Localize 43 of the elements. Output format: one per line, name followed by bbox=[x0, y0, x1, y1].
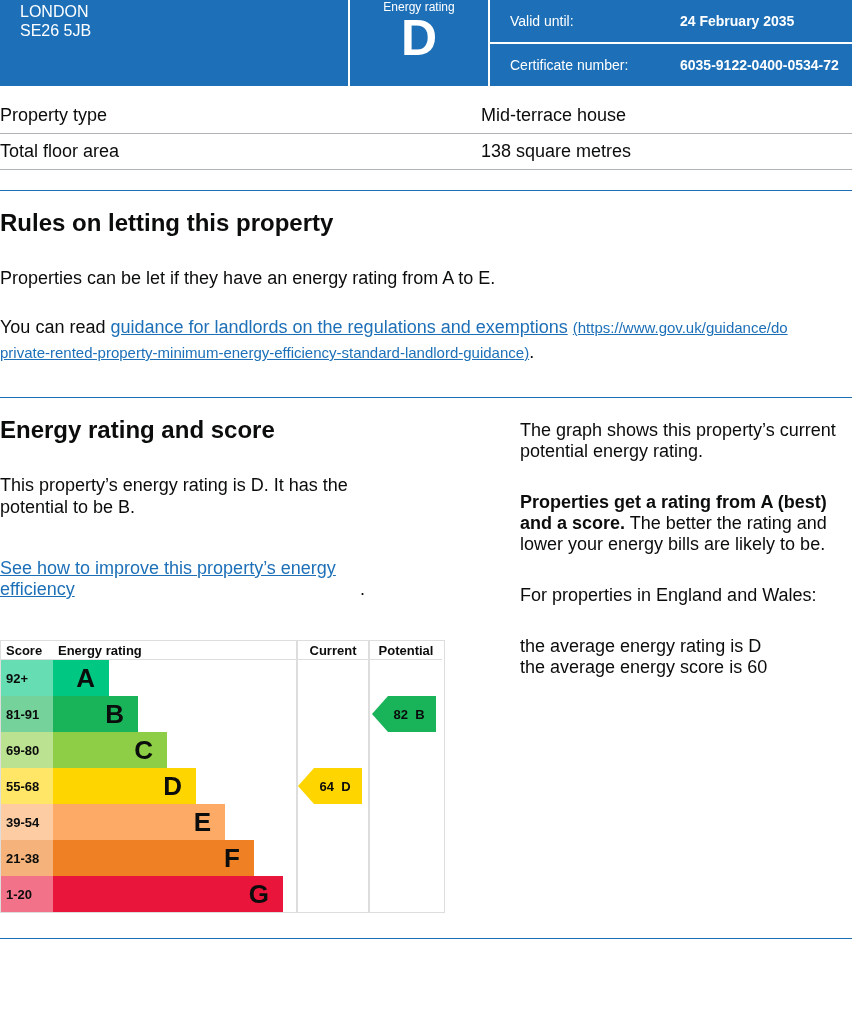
score-range: 55-68 bbox=[1, 768, 53, 804]
rating-band: A bbox=[53, 660, 109, 696]
summary-label: Total floor area bbox=[0, 141, 121, 162]
detail-value: 6035-9122-0400-0534-72 bbox=[680, 57, 839, 73]
summary-value: Mid-terrace house bbox=[481, 105, 627, 126]
rating-letter: D bbox=[400, 14, 438, 62]
rating-band: B bbox=[53, 696, 138, 732]
summary-value: 138 square metres bbox=[481, 141, 632, 162]
detail-label: Valid until: bbox=[510, 13, 575, 29]
score-range: 21-38 bbox=[1, 840, 53, 876]
info-paragraph: The graph shows this property’s current potential energy rating. bbox=[520, 420, 837, 462]
rating-band: G bbox=[53, 876, 283, 912]
detail-value: 24 February 2035 bbox=[680, 13, 795, 29]
rating-label: Energy rating bbox=[383, 0, 455, 14]
info-paragraph: For properties in England and Wales: bbox=[520, 585, 818, 606]
address-line: LONDON bbox=[20, 2, 90, 21]
column-header: Potential bbox=[368, 641, 442, 660]
read-prefix: You can read bbox=[0, 317, 107, 337]
score-range: 81-91 bbox=[1, 696, 53, 732]
guidance-link[interactable]: guidance for landlords on the regulations and exemptions bbox=[110, 317, 568, 337]
score-range: 92+ bbox=[1, 660, 53, 696]
punctuation: . bbox=[360, 579, 365, 599]
section-heading: Rules on letting this property bbox=[0, 209, 335, 237]
letting-text: Properties can be let if they have an energy rating from A to E. bbox=[0, 267, 497, 289]
url-link[interactable]: private-rented-property-minimum-energy-efficiency-standard-landlord-guidance) bbox=[0, 344, 530, 361]
punctuation: . bbox=[529, 342, 535, 362]
score-range: 39-54 bbox=[1, 804, 53, 840]
detail-label: Certificate number: bbox=[510, 57, 630, 73]
rating-band: F bbox=[53, 840, 254, 876]
url-link[interactable]: (https://www.gov.uk/guidance/do bbox=[572, 319, 788, 336]
score-range: 69-80 bbox=[1, 732, 53, 768]
rating-text: This property’s energy rating is D. It has the potential to be B. bbox=[0, 474, 349, 518]
rating-band: E bbox=[53, 804, 225, 840]
info-paragraph: the average energy rating is D the average energy score is 60 bbox=[520, 636, 769, 678]
rating-band: D bbox=[53, 768, 196, 804]
summary-label: Property type bbox=[0, 105, 109, 126]
column-header: Current bbox=[296, 641, 368, 660]
section-heading: Energy rating and score bbox=[0, 416, 276, 444]
address-line: SE26 5JB bbox=[20, 21, 93, 40]
improve-link[interactable]: See how to improve this property’s energy efficiency bbox=[0, 558, 360, 600]
score-range: 1-20 bbox=[1, 876, 53, 912]
rating-band: C bbox=[53, 732, 167, 768]
info-paragraph: Properties get a rating from A (best) and a score. The better the rating and lower your energy bills are likely to be. bbox=[520, 492, 828, 555]
